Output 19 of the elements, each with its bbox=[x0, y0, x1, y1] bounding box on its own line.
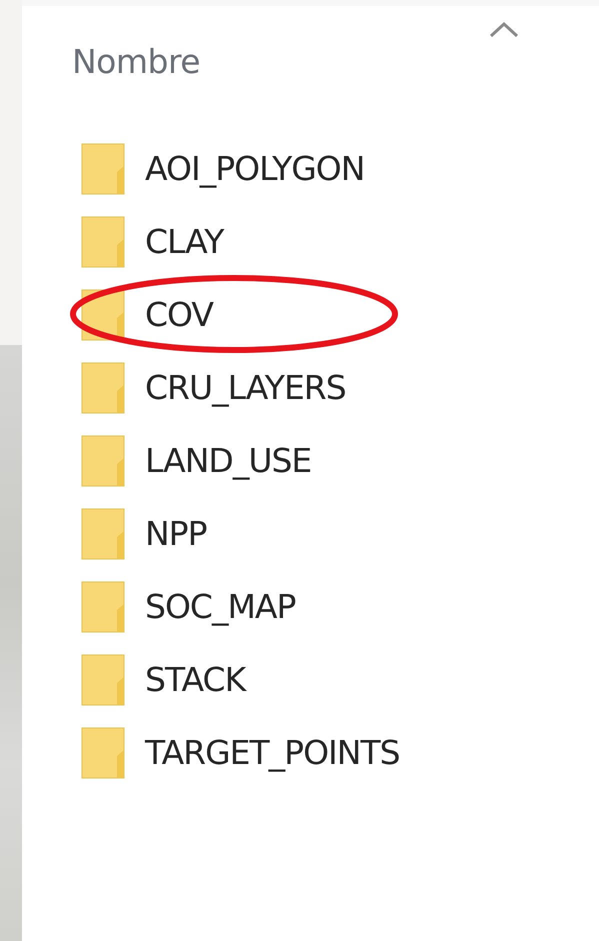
folder-icon bbox=[81, 506, 127, 560]
folder-name[interactable]: AOI_POLYGON bbox=[145, 149, 364, 188]
folder-name[interactable]: COV bbox=[145, 295, 214, 334]
folder-icon bbox=[81, 580, 127, 634]
folder-icon bbox=[81, 214, 127, 268]
sort-caret-icon[interactable] bbox=[488, 20, 520, 40]
folder-name[interactable]: CRU_LAYERS bbox=[145, 368, 346, 407]
folder-icon bbox=[81, 434, 127, 488]
column-header[interactable]: Nombre bbox=[72, 42, 200, 81]
folder-icon bbox=[81, 142, 127, 196]
folder-icon bbox=[81, 652, 127, 706]
folder-name[interactable]: TARGET_POINTS bbox=[145, 733, 400, 772]
folder-name[interactable]: SOC_MAP bbox=[145, 587, 296, 626]
folder-name[interactable]: NPP bbox=[145, 514, 206, 553]
folder-name[interactable]: LAND_USE bbox=[145, 441, 312, 480]
folder-name[interactable]: STACK bbox=[145, 660, 246, 699]
folder-name[interactable]: CLAY bbox=[145, 222, 224, 261]
folder-icon bbox=[81, 726, 127, 780]
folder-icon bbox=[81, 360, 127, 414]
